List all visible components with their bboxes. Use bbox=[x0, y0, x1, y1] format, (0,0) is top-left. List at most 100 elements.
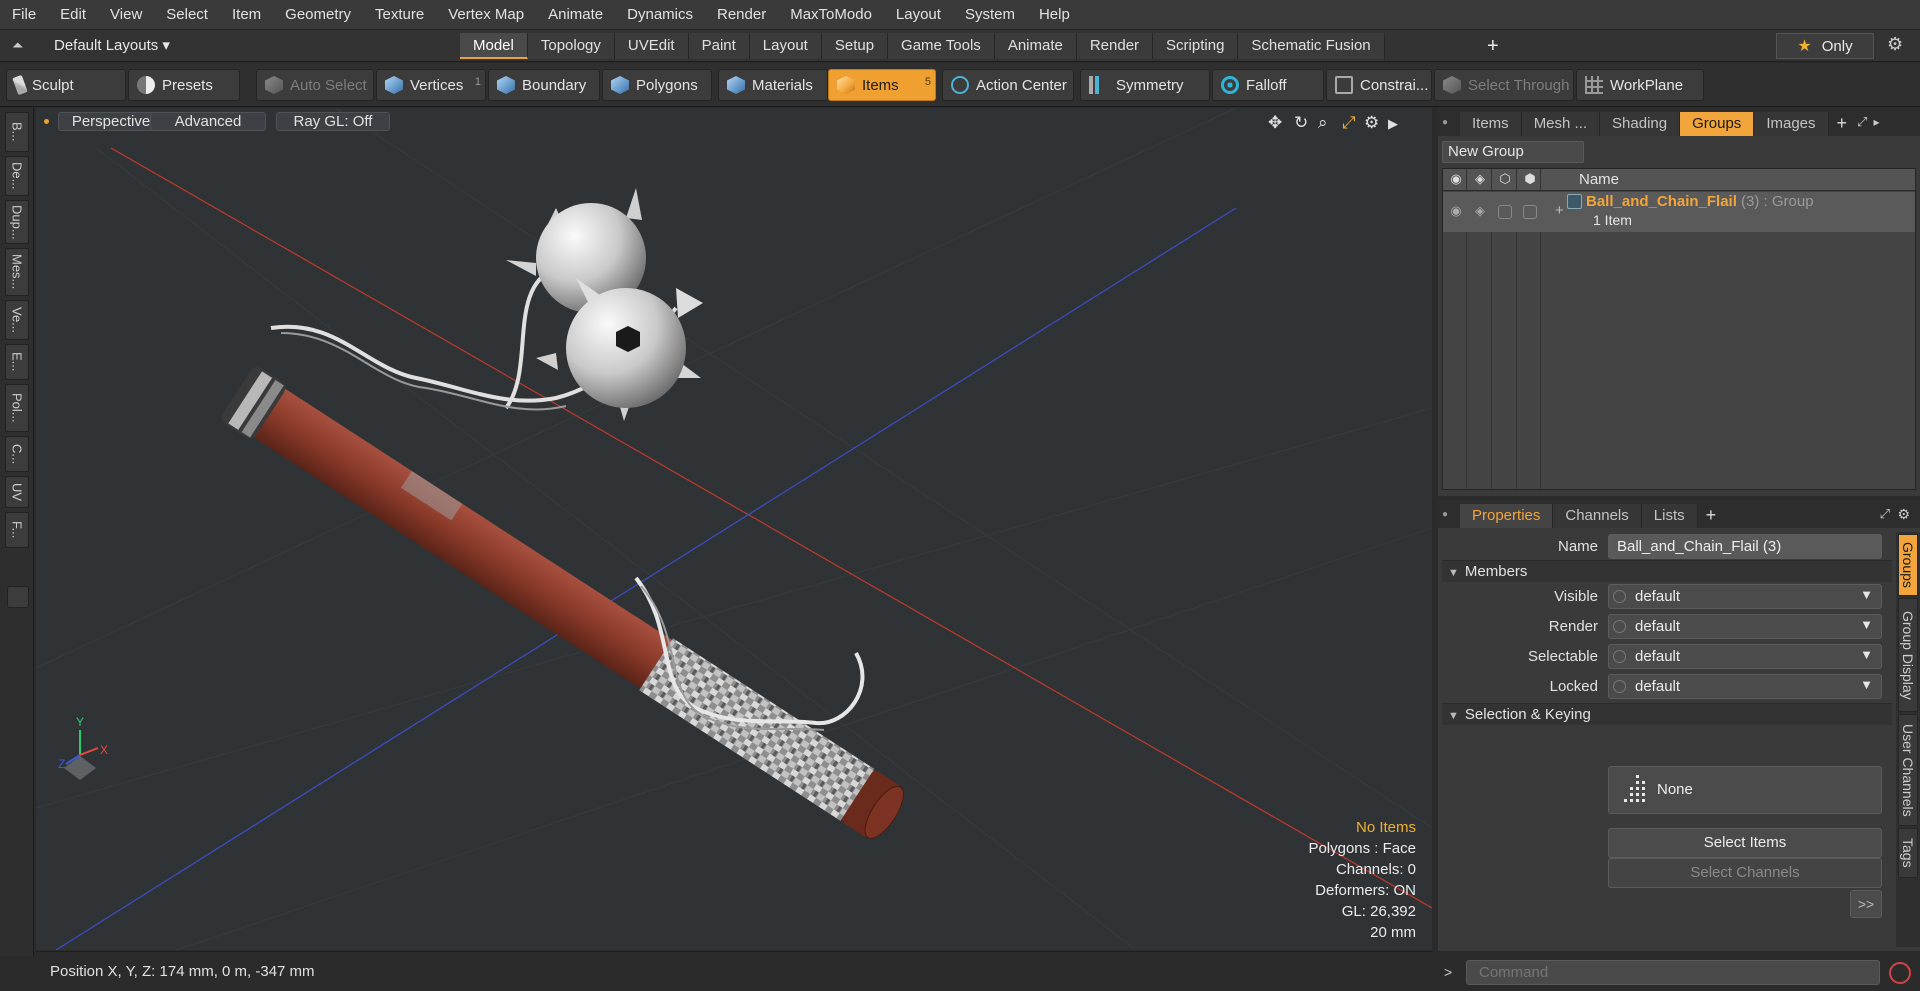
panel-expand-icon[interactable]: ⤢ bbox=[1857, 114, 1867, 130]
tab-render[interactable]: Render bbox=[1076, 33, 1154, 59]
viewport-gear-icon[interactable]: ⚙ bbox=[1364, 113, 1379, 133]
panel-gear-icon[interactable]: ⚙ bbox=[1897, 506, 1910, 523]
select-items-button[interactable]: Select Items bbox=[1608, 828, 1882, 858]
sculpt-button[interactable]: Sculpt bbox=[6, 69, 126, 101]
locked-dropdown[interactable]: default ▼ bbox=[1608, 674, 1882, 699]
maximize-view-icon[interactable]: ⤢ bbox=[1342, 113, 1356, 133]
boundary-button[interactable]: Boundary bbox=[488, 69, 600, 101]
selectable-dropdown[interactable]: default ▼ bbox=[1608, 644, 1882, 669]
members-section[interactable]: ▼ Members bbox=[1442, 560, 1892, 582]
add-panel-tab-button[interactable]: + bbox=[1829, 113, 1856, 134]
3d-viewport[interactable]: Y X Z Perspective Advanced Ray GL: Off ✥… bbox=[36, 108, 1432, 950]
left-tab-fusion[interactable]: F... bbox=[5, 512, 29, 548]
add-panel-tab-button[interactable]: + bbox=[1698, 505, 1725, 526]
side-tab-groups[interactable]: Groups bbox=[1898, 534, 1918, 596]
move-view-icon[interactable]: ✥ bbox=[1268, 113, 1282, 133]
side-tab-user-channels[interactable]: User Channels bbox=[1898, 714, 1918, 826]
items-button[interactable]: Items 5 bbox=[828, 69, 936, 101]
tab-model[interactable]: Model bbox=[460, 33, 528, 59]
vertices-button[interactable]: Vertices 1 bbox=[376, 69, 486, 101]
perspective-dropdown[interactable]: Perspective bbox=[58, 112, 164, 131]
workplane-button[interactable]: WorkPlane bbox=[1576, 69, 1704, 101]
left-tab-curve[interactable]: C... bbox=[5, 436, 29, 472]
arrow-up-icon[interactable]: ⏶ bbox=[12, 37, 23, 54]
selection-keying-section[interactable]: ▼ Selection & Keying bbox=[1442, 703, 1892, 725]
menu-item[interactable]: Item bbox=[220, 0, 273, 30]
menu-system[interactable]: System bbox=[953, 0, 1027, 30]
menu-maxtomodo[interactable]: MaxToModo bbox=[778, 0, 884, 30]
tab-layout[interactable]: Layout bbox=[749, 33, 822, 59]
left-tab-duplicate[interactable]: Dup... bbox=[5, 200, 29, 244]
menu-animate[interactable]: Animate bbox=[536, 0, 615, 30]
menu-geometry[interactable]: Geometry bbox=[273, 0, 363, 30]
tab-images[interactable]: Images bbox=[1754, 112, 1829, 136]
group-row[interactable]: ◉ ◈ + Ball_and_Chain_Flail (3) : Group 1… bbox=[1443, 192, 1915, 232]
render-dropdown[interactable]: default ▼ bbox=[1608, 614, 1882, 639]
tab-properties[interactable]: Properties bbox=[1460, 504, 1554, 528]
constraints-button[interactable]: Constrai... bbox=[1326, 69, 1432, 101]
row-selectable-checkbox[interactable] bbox=[1498, 205, 1512, 219]
polygons-button[interactable]: Polygons bbox=[602, 69, 712, 101]
only-button[interactable]: ★ Only bbox=[1776, 33, 1874, 59]
left-tab-polygon[interactable]: Pol... bbox=[5, 384, 29, 432]
side-tab-group-display[interactable]: Group Display bbox=[1898, 598, 1918, 712]
more-button[interactable]: >> bbox=[1850, 890, 1882, 918]
tab-paint[interactable]: Paint bbox=[688, 33, 750, 59]
row-render-icon[interactable]: ◈ bbox=[1473, 204, 1487, 218]
menu-dynamics[interactable]: Dynamics bbox=[615, 0, 705, 30]
select-through-button[interactable]: Select Through bbox=[1434, 69, 1574, 101]
panel-expand-icon[interactable]: ⤢ bbox=[1880, 506, 1890, 522]
viewport-menu-dot[interactable] bbox=[44, 119, 49, 124]
side-tab-tags[interactable]: Tags bbox=[1898, 828, 1918, 878]
left-tab-mesh[interactable]: Mes... bbox=[5, 248, 29, 296]
materials-button[interactable]: Materials bbox=[718, 69, 828, 101]
left-tab-uv[interactable]: UV bbox=[5, 476, 29, 508]
menu-texture[interactable]: Texture bbox=[363, 0, 436, 30]
left-tab-deform[interactable]: De... bbox=[5, 156, 29, 196]
tab-topology[interactable]: Topology bbox=[527, 33, 615, 59]
command-input[interactable] bbox=[1466, 960, 1880, 985]
record-macro-icon[interactable] bbox=[1889, 962, 1911, 984]
falloff-button[interactable]: Falloff bbox=[1212, 69, 1324, 101]
select-channels-button[interactable]: Select Channels bbox=[1608, 858, 1882, 888]
auto-select-button[interactable]: Auto Select bbox=[256, 69, 374, 101]
row-expand-icon[interactable]: + bbox=[1555, 202, 1564, 219]
symmetry-button[interactable]: Symmetry bbox=[1080, 69, 1210, 101]
tab-uvedit[interactable]: UVEdit bbox=[614, 33, 689, 59]
zoom-view-icon[interactable]: ⌕ bbox=[1318, 113, 1328, 133]
tab-groups[interactable]: Groups bbox=[1680, 112, 1755, 136]
rotate-view-icon[interactable]: ↻ bbox=[1294, 113, 1308, 133]
command-history-arrow[interactable]: > bbox=[1444, 964, 1452, 980]
layout-select[interactable]: Default Layouts ▾ bbox=[54, 36, 170, 54]
left-tab-edge[interactable]: E... bbox=[5, 344, 29, 380]
name-column-header[interactable]: Name bbox=[1579, 171, 1619, 188]
panel-dot-icon[interactable]: ● bbox=[1442, 117, 1460, 128]
left-strip-extra-button[interactable] bbox=[7, 586, 29, 608]
ray-gl-dropdown[interactable]: Ray GL: Off bbox=[276, 112, 390, 131]
menu-view[interactable]: View bbox=[98, 0, 154, 30]
panel-dot-icon[interactable]: ● bbox=[1442, 509, 1460, 520]
menu-select[interactable]: Select bbox=[154, 0, 220, 30]
tab-items[interactable]: Items bbox=[1460, 112, 1522, 136]
row-eye-icon[interactable]: ◉ bbox=[1449, 204, 1463, 218]
tab-shading[interactable]: Shading bbox=[1600, 112, 1681, 136]
left-tab-basic[interactable]: B... bbox=[5, 112, 29, 152]
row-lock-checkbox[interactable] bbox=[1523, 205, 1537, 219]
tab-scripting[interactable]: Scripting bbox=[1153, 33, 1239, 59]
tab-schematic-fusion[interactable]: Schematic Fusion bbox=[1238, 33, 1385, 59]
tab-game-tools[interactable]: Game Tools bbox=[888, 33, 995, 59]
visible-dropdown[interactable]: default ▼ bbox=[1608, 584, 1882, 609]
group-name-field[interactable]: Ball_and_Chain_Flail (3) bbox=[1608, 534, 1882, 559]
left-tab-vertex[interactable]: Ve... bbox=[5, 300, 29, 340]
tab-mesh[interactable]: Mesh ... bbox=[1521, 112, 1601, 136]
menu-file[interactable]: File bbox=[0, 0, 48, 30]
presets-button[interactable]: Presets bbox=[128, 69, 240, 101]
menu-render[interactable]: Render bbox=[705, 0, 778, 30]
keying-none-button[interactable]: None bbox=[1608, 766, 1882, 814]
menu-layout[interactable]: Layout bbox=[884, 0, 953, 30]
add-tab-button[interactable]: + bbox=[1487, 33, 1499, 59]
new-group-button[interactable]: New Group bbox=[1442, 141, 1584, 163]
gear-icon[interactable]: ⚙ bbox=[1887, 34, 1903, 55]
menu-help[interactable]: Help bbox=[1027, 0, 1082, 30]
advanced-dropdown[interactable]: Advanced bbox=[150, 112, 266, 131]
